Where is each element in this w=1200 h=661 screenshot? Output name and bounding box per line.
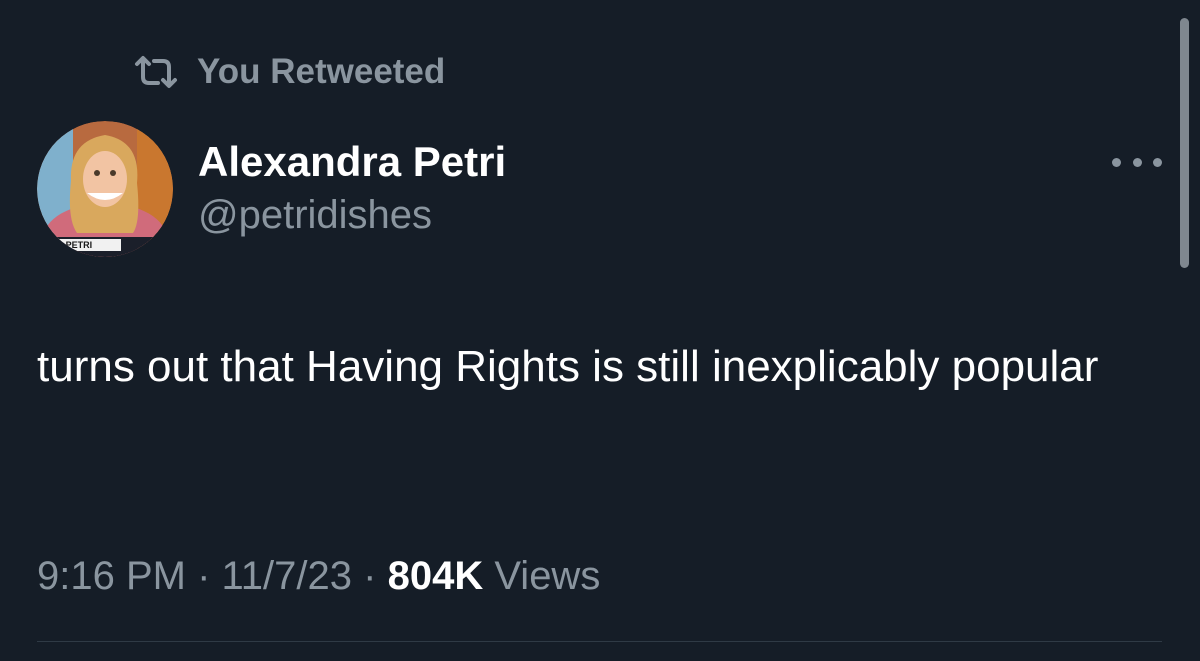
avatar-caption: A PETRI [57,240,93,250]
author-handle[interactable]: @petridishes [198,193,432,238]
views-count[interactable]: 804K [388,554,484,598]
more-horizontal-icon [1112,157,1121,167]
views-label[interactable]: Views [494,554,600,598]
tweet-metadata: 9:16 PM · 11/7/23 · 804K Views [37,554,600,599]
more-options-button[interactable] [1112,148,1162,176]
avatar[interactable]: A PETRI [37,121,173,257]
more-horizontal-icon-dot [1132,157,1142,167]
tweet-text: turns out that Having Rights is still in… [37,342,1099,391]
meta-separator: · [363,554,388,598]
meta-separator: · [197,554,222,598]
more-horizontal-icon-dot [1153,157,1162,167]
retweet-label: You Retweeted [197,52,446,91]
tweet-date[interactable]: 11/7/23 [222,554,353,598]
retweet-icon [133,55,179,89]
divider [37,641,1162,642]
retweet-context: You Retweeted [133,50,445,94]
tweet-detail-screen: You Retweeted A PETRI Alexandra Petri @p… [0,0,1200,661]
scrollbar[interactable] [1180,18,1189,268]
tweet-time[interactable]: 9:16 PM [37,554,186,598]
author-name[interactable]: Alexandra Petri [198,138,506,186]
